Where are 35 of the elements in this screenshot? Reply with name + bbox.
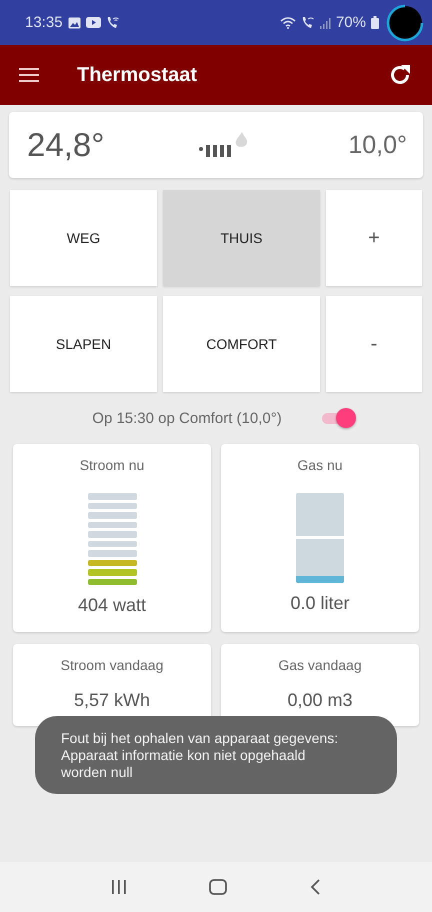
refresh-icon[interactable] [388,63,412,87]
home-icon[interactable] [209,879,227,895]
target-temperature: 10,0° [348,130,407,160]
mode-button[interactable]: WEG [10,190,157,286]
total-value: 0,00 m3 [287,690,353,711]
card-title: Gas nu [297,457,343,473]
card-title: Stroom nu [80,457,144,473]
video-icon [86,17,101,28]
toast-message: Fout bij het ophalen van apparaat gegevens: Apparaat informatie kon niet opgehaald worden null [61,730,338,780]
mode-button[interactable]: THUIS [163,190,320,286]
card-title: Stroom vandaag [60,657,164,673]
mode-button[interactable]: COMFORT [163,296,320,392]
menu-icon[interactable] [19,68,39,82]
signal-icon [318,16,331,28]
avatar-icon [386,4,424,42]
mode-button[interactable]: SLAPEN [10,296,157,392]
battery-percent: 70% [336,14,366,31]
recent-apps-icon[interactable] [111,880,127,894]
status-time: 13:35 [25,14,63,31]
adjust-button[interactable]: - [326,296,422,392]
schedule-text: Op 15:30 op Comfort (10,0°) [92,410,282,426]
card-title: Gas vandaag [278,657,362,673]
current-temperature: 24,8° [27,126,104,164]
back-icon[interactable] [309,879,321,895]
meter-reading: 404 watt [78,595,146,616]
meter-reading: 0.0 liter [290,593,350,614]
adjust-button[interactable]: + [326,190,422,286]
wifi-call-icon [106,16,119,29]
total-value: 5,57 kWh [74,690,150,711]
wifi-call-icon [300,16,314,29]
schedule-switch[interactable] [320,407,356,429]
image-icon [68,16,81,28]
app-title: Thermostaat [77,64,198,86]
wifi-icon [280,16,296,28]
battery-icon [371,16,379,29]
